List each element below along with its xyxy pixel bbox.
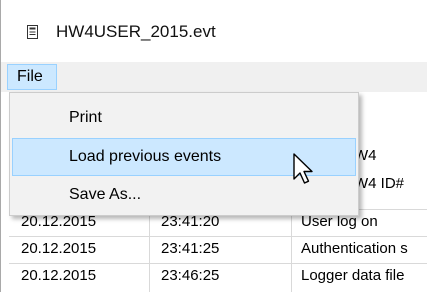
menu-item-label: Load previous events (69, 148, 222, 165)
date-cell: 20.12.2015 (21, 267, 97, 284)
table-row[interactable]: 20.12.2015 23:41:25 Authentication s (9, 236, 427, 261)
table-row[interactable]: 20.12.2015 23:46:25 Logger data file (9, 263, 427, 288)
menu-item-label: Save As... (69, 186, 142, 203)
window-title: HW4USER_2015.evt (56, 22, 216, 41)
time-cell: 23:46:25 (161, 267, 220, 284)
menu-item-print[interactable]: Print (12, 99, 356, 137)
column-header-partial: W4 ID# (354, 175, 405, 192)
event-cell: Authentication s (301, 240, 408, 257)
menu-bar: File (1, 62, 427, 92)
mouse-pointer-icon (293, 153, 317, 189)
date-cell: 20.12.2015 (21, 240, 97, 257)
document-icon (25, 24, 41, 40)
file-menu[interactable]: File (7, 64, 57, 90)
time-cell: 23:41:25 (161, 240, 220, 257)
menu-item-label: Print (69, 109, 102, 126)
title-bar: HW4USER_2015.evt (1, 0, 427, 62)
column-header-partial: W4 (354, 147, 377, 164)
event-cell: Logger data file (301, 267, 405, 284)
app-window: HW4USER_2015.evt File W4 W4 ID# 20.12.20… (0, 0, 427, 292)
